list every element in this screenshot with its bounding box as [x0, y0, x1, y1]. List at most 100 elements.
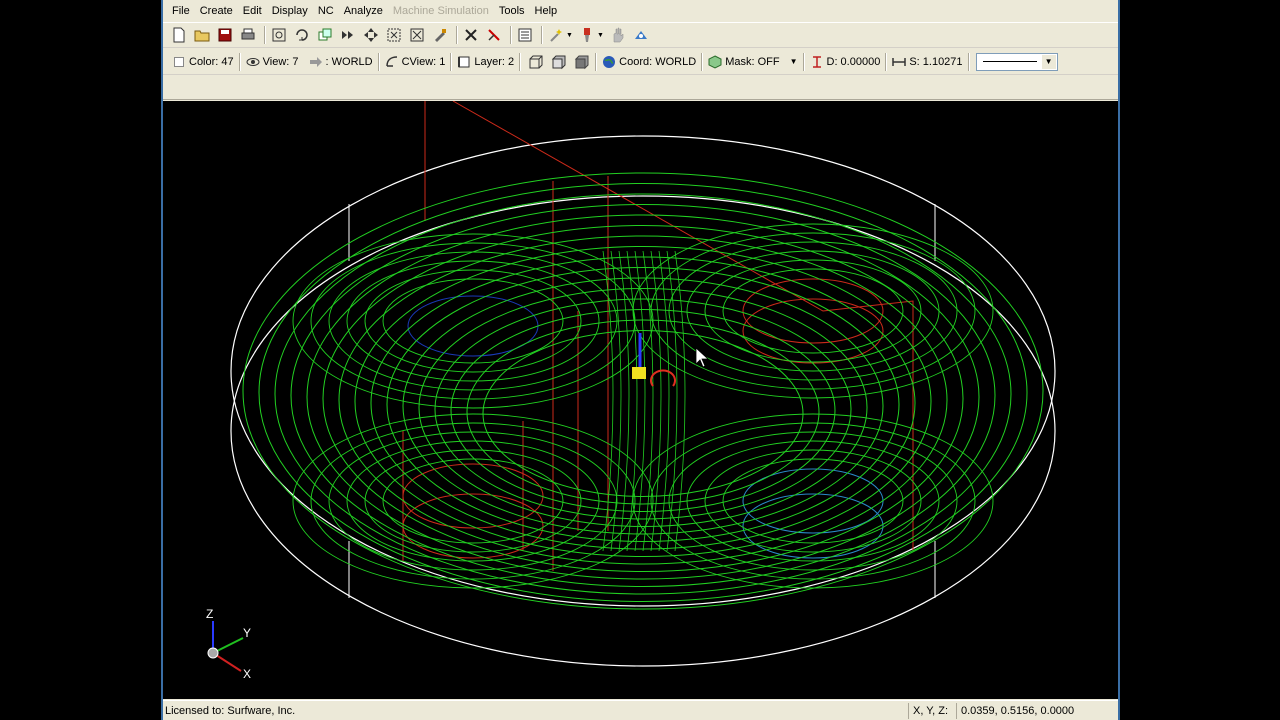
zoom-fit-icon[interactable] [269, 25, 289, 45]
line-style-dropdown[interactable]: ▼ [975, 52, 1058, 71]
open-folder-icon[interactable] [192, 25, 212, 45]
chevron-down-icon[interactable]: ▼ [790, 57, 798, 66]
zoom-window-icon[interactable] [384, 25, 404, 45]
cview-icon [385, 55, 397, 67]
save-icon[interactable] [215, 25, 235, 45]
wireframe-icon[interactable] [526, 52, 546, 72]
license-text: Licensed to: Surfware, Inc. [165, 704, 296, 717]
toolpath-loop [386, 267, 900, 542]
eye-icon [246, 57, 260, 66]
mask-selector[interactable]: Mask: OFF ▼ [703, 52, 802, 72]
rotate-view-icon[interactable] [292, 25, 312, 45]
menu-machine-simulation: Machine Simulation [392, 5, 489, 17]
toolpath-pass [658, 250, 670, 552]
view-label: View: 7 [262, 55, 299, 68]
hidden-line-icon[interactable] [549, 52, 569, 72]
color-label: Color: 47 [189, 55, 234, 68]
toolpath-loop [668, 241, 958, 381]
menu-help[interactable]: Help [530, 2, 563, 20]
simulate-icon[interactable] [631, 25, 651, 45]
toolbar-separator [519, 52, 522, 71]
pocket-circle [402, 493, 544, 559]
menu-analyze[interactable]: Analyze [339, 2, 388, 20]
axis-label-z: Z [206, 607, 213, 621]
print-icon[interactable] [238, 25, 258, 45]
pocket-circle [742, 493, 884, 559]
empty-toolbar-row [163, 76, 1118, 100]
layer-selector[interactable]: Layer: 2 [452, 52, 519, 72]
toolbar-separator [264, 26, 266, 44]
status-bar: Licensed to: Surfware, Inc. X, Y, Z: 0.0… [163, 700, 1118, 720]
toolpath-loop [650, 422, 976, 580]
menu-bar: File Create Edit Display NC Analyze Mach… [163, 2, 1118, 20]
toolpath-loop [310, 422, 636, 580]
hand-icon[interactable] [608, 25, 628, 45]
toolpath-pass [618, 250, 630, 552]
toolpath-loop [482, 330, 804, 497]
pan-icon[interactable] [361, 25, 381, 45]
scale-icon [892, 57, 907, 66]
toolpath-pass [674, 250, 686, 552]
toolpath-loop [722, 268, 904, 354]
tool-icon[interactable] [577, 25, 597, 45]
toolpath-loop [466, 319, 820, 505]
layer-label: Layer: 2 [474, 55, 515, 68]
coord-selector[interactable]: Coord: WORLD [597, 52, 701, 72]
world-selector[interactable]: : WORLD [304, 52, 378, 72]
toolbar-separator [967, 52, 970, 71]
cview-selector[interactable]: CView: 1 [380, 52, 451, 72]
toolpath-pass [610, 250, 622, 552]
view-selector[interactable]: View: 7 [241, 52, 304, 72]
axis-triad: Z Y X [206, 607, 251, 681]
triad-origin [207, 647, 219, 659]
depth-label: D: 0.00000 [826, 55, 881, 68]
coord-readout-value: 0.0359, 0.5156, 0.0000 [956, 702, 1118, 719]
chevron-down-icon[interactable]: ▼ [1041, 54, 1056, 69]
coord-readout-label: X, Y, Z: [908, 702, 956, 719]
feature-geometry [402, 101, 914, 571]
next-view-icon[interactable] [338, 25, 358, 45]
mouse-cursor [695, 347, 710, 368]
chevron-down-icon[interactable]: ▼ [566, 32, 574, 39]
gizmo-arc [650, 369, 676, 387]
toolbar-separator [510, 26, 512, 44]
toolbar-separator [541, 26, 543, 44]
toolpath-loop [650, 232, 976, 390]
shaded-icon[interactable] [572, 52, 592, 72]
toolpath-loop [328, 431, 618, 571]
toolpath-loop [402, 277, 884, 535]
mask-icon [708, 54, 722, 69]
menu-display[interactable]: Display [267, 2, 313, 20]
toolpath-loop [668, 431, 958, 571]
menu-nc[interactable]: NC [313, 2, 339, 20]
line-style-preview [982, 61, 1037, 62]
menu-file[interactable]: File [167, 2, 195, 20]
toolpath-wizard-icon[interactable] [546, 25, 566, 45]
paint-brush-icon[interactable] [430, 25, 450, 45]
chevron-down-icon[interactable]: ▼ [597, 32, 605, 39]
axis-label-y: Y [243, 626, 251, 640]
cview-label: CView: 1 [401, 55, 446, 68]
menu-edit[interactable]: Edit [238, 2, 267, 20]
copy-view-icon[interactable] [315, 25, 335, 45]
depth-value[interactable]: D: 0.00000 [805, 52, 886, 72]
feature-line [552, 176, 609, 571]
status-toolbar: Color: 47 View: 7 : WORLD CView: 1 Layer… [163, 49, 1118, 75]
menu-create[interactable]: Create [195, 2, 238, 20]
main-toolbar: ▼ ▼ [163, 22, 1118, 48]
toolpath-loop [382, 458, 564, 544]
toolpath-wireframe: Z Y X [206, 101, 1056, 681]
properties-icon[interactable] [515, 25, 535, 45]
trim-icon[interactable] [484, 25, 504, 45]
new-file-icon[interactable] [169, 25, 189, 45]
graphics-viewport[interactable]: Z Y X [163, 101, 1118, 699]
toolpath-pass [634, 250, 646, 552]
toolbar-separator [456, 26, 458, 44]
color-selector[interactable]: Color: 47 [169, 52, 239, 72]
scale-label: S: 1.10271 [909, 55, 963, 68]
world-label: : WORLD [325, 55, 373, 68]
menu-tools[interactable]: Tools [494, 2, 530, 20]
zoom-box-icon[interactable] [407, 25, 427, 45]
scale-value[interactable]: S: 1.10271 [887, 52, 967, 72]
delete-icon[interactable] [461, 25, 481, 45]
